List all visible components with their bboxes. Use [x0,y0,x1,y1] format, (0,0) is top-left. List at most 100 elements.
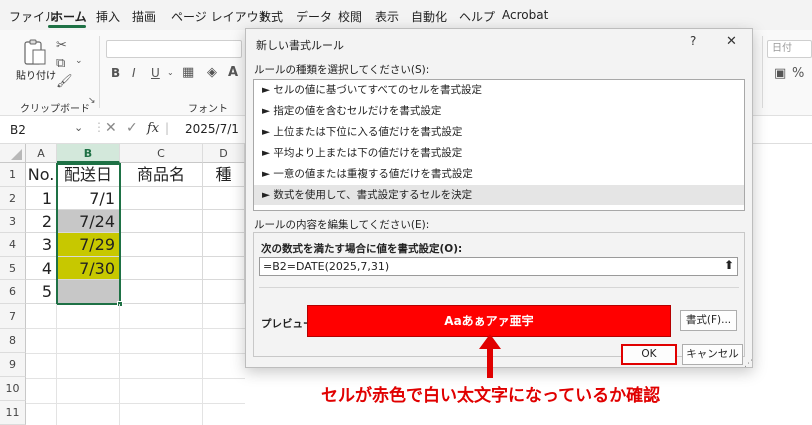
tab-draw[interactable]: 描画 [132,8,156,25]
accounting-format-icon[interactable]: ▣ [774,66,786,81]
enter-entry-icon[interactable]: ✓ [126,120,138,136]
select-type-label: ルールの種類を選択してください(S): [254,64,430,76]
cell-a2[interactable]: 1 [26,187,57,210]
row-header[interactable]: 11 [0,401,26,425]
clipboard-launcher-icon[interactable]: ↘ [88,96,96,106]
tab-review[interactable]: 校閲 [338,8,362,25]
underline-dropdown-icon[interactable]: ⌄ [167,68,174,77]
tab-file[interactable]: ファイル [9,8,57,25]
column-header-d[interactable]: D [203,144,245,163]
format-painter-icon[interactable]: 🖌 [56,74,73,89]
cell-c4[interactable] [120,233,203,257]
rule-type-list[interactable]: ► セルの値に基づいてすべてのセルを書式設定 ► 指定の値を含むセルだけを書式設… [253,79,745,211]
column-header-b[interactable]: B [57,144,120,163]
rule-type-item[interactable]: ► 指定の値を含むセルだけを書式設定 [254,101,744,121]
percent-icon[interactable]: % [792,66,804,81]
paste-label[interactable]: 貼り付け [16,67,56,82]
row-header[interactable]: 8 [0,329,26,353]
row-header[interactable]: 9 [0,353,26,377]
cell-d4[interactable] [203,233,245,257]
paste-icon[interactable] [22,38,48,68]
cell-d3[interactable] [203,210,245,233]
cell-c2[interactable] [120,187,203,210]
cancel-button[interactable]: キャンセル [682,344,743,365]
cell-c5[interactable] [120,257,203,280]
row-header[interactable]: 4 [0,233,26,257]
borders-icon[interactable]: ▦ [182,65,194,80]
format-button[interactable]: 書式(F)... [680,310,737,331]
active-tab-indicator [48,25,86,28]
formula-input-field[interactable]: =B2=DATE(2025,7,31) ⬆ [259,257,738,276]
tab-page-layout[interactable]: ページ レイアウト [171,8,271,25]
select-all-corner[interactable] [0,144,26,163]
ok-button[interactable]: OK [621,344,677,365]
rule-type-item[interactable]: ► 一意の値または重複する値だけを書式設定 [254,164,744,184]
tab-home[interactable]: ホーム [51,8,87,25]
cell-a4[interactable]: 3 [26,233,57,257]
cell-b5[interactable]: 7/30 [57,257,120,280]
tab-help[interactable]: ヘルプ [459,8,495,25]
tab-automate[interactable]: 自動化 [411,8,447,25]
annotation-text: セルが赤色で白い太文字になっているか確認 [321,386,661,406]
resize-grip-icon[interactable]: ⋰ [744,359,753,369]
cell-c6[interactable] [120,280,203,304]
ribbon-separator [99,36,100,108]
formula-bar-separator-icon: ⋮ [93,120,105,134]
cell-b1[interactable]: 配送日 [57,163,120,187]
help-icon[interactable]: ? [690,34,696,48]
formula-input[interactable]: 2025/7/1 [185,122,239,136]
close-icon[interactable]: ✕ [726,34,737,49]
cancel-entry-icon[interactable]: ✕ [105,120,117,136]
rule-type-item[interactable]: ► 平均より上または下の値だけを書式設定 [254,143,744,163]
menu-bar: ファイル ホーム 挿入 描画 ページ レイアウト 数式 データ 校閲 表示 自動… [0,0,812,30]
cell-a3[interactable]: 2 [26,210,57,233]
tab-data[interactable]: データ [296,8,332,25]
cell-b4[interactable]: 7/29 [57,233,120,257]
cell-a6[interactable]: 5 [26,280,57,304]
underline-icon[interactable]: U [151,66,160,80]
tab-acrobat[interactable]: Acrobat [502,8,548,22]
bold-icon[interactable]: B [111,66,120,80]
row-header[interactable]: 3 [0,210,26,233]
row-header[interactable]: 7 [0,304,26,329]
rule-type-item[interactable]: ► 上位または下位に入る値だけを書式設定 [254,122,744,142]
cell-a5[interactable]: 4 [26,257,57,280]
row-header[interactable]: 10 [0,377,26,401]
font-name-box[interactable] [106,40,242,58]
row-header[interactable]: 5 [0,257,26,280]
cell-d6[interactable] [203,280,245,304]
cell-a1[interactable]: No. [26,163,57,187]
formula-input-value: =B2=DATE(2025,7,31) [263,260,390,273]
row-header[interactable]: 1 [0,163,26,187]
number-format-box[interactable]: 日付 [767,40,812,58]
cell-b3[interactable]: 7/24 [57,210,120,233]
italic-icon[interactable]: I [132,66,136,80]
tab-formulas[interactable]: 数式 [259,8,283,25]
row-header[interactable]: 2 [0,187,26,210]
cell-d5[interactable] [203,257,245,280]
name-box-dropdown-icon[interactable]: ⌄ [74,121,83,134]
divider [259,287,739,288]
cut-icon[interactable]: ✂ [56,38,67,53]
copy-dropdown-icon[interactable]: ⌄ [75,56,83,66]
cell-c1[interactable]: 商品名 [120,163,203,187]
row-header[interactable]: 6 [0,280,26,304]
cell-b6[interactable] [57,280,120,304]
collapse-dialog-icon[interactable]: ⬆ [724,258,734,272]
insert-function-icon[interactable]: fx [147,121,159,136]
cell-d1[interactable]: 種 [203,163,245,187]
column-header-c[interactable]: C [120,144,203,163]
cell-c3[interactable] [120,210,203,233]
cell-b2[interactable]: 7/1 [57,187,120,210]
tab-insert[interactable]: 挿入 [96,8,120,25]
column-header-a[interactable]: A [26,144,57,163]
copy-icon[interactable]: ⧉ [56,56,65,71]
fill-color-icon[interactable]: ◈ [207,65,217,80]
clipboard-group-label: クリップボード [20,104,90,115]
preview-sample: Aaあぁアァ亜宇 [307,305,671,337]
font-color-icon[interactable]: A [228,65,238,80]
rule-type-item[interactable]: ► セルの値に基づいてすべてのセルを書式設定 [254,80,744,100]
cell-d2[interactable] [203,187,245,210]
rule-type-item-selected[interactable]: ► 数式を使用して、書式設定するセルを決定 [254,185,744,205]
tab-view[interactable]: 表示 [375,8,399,25]
